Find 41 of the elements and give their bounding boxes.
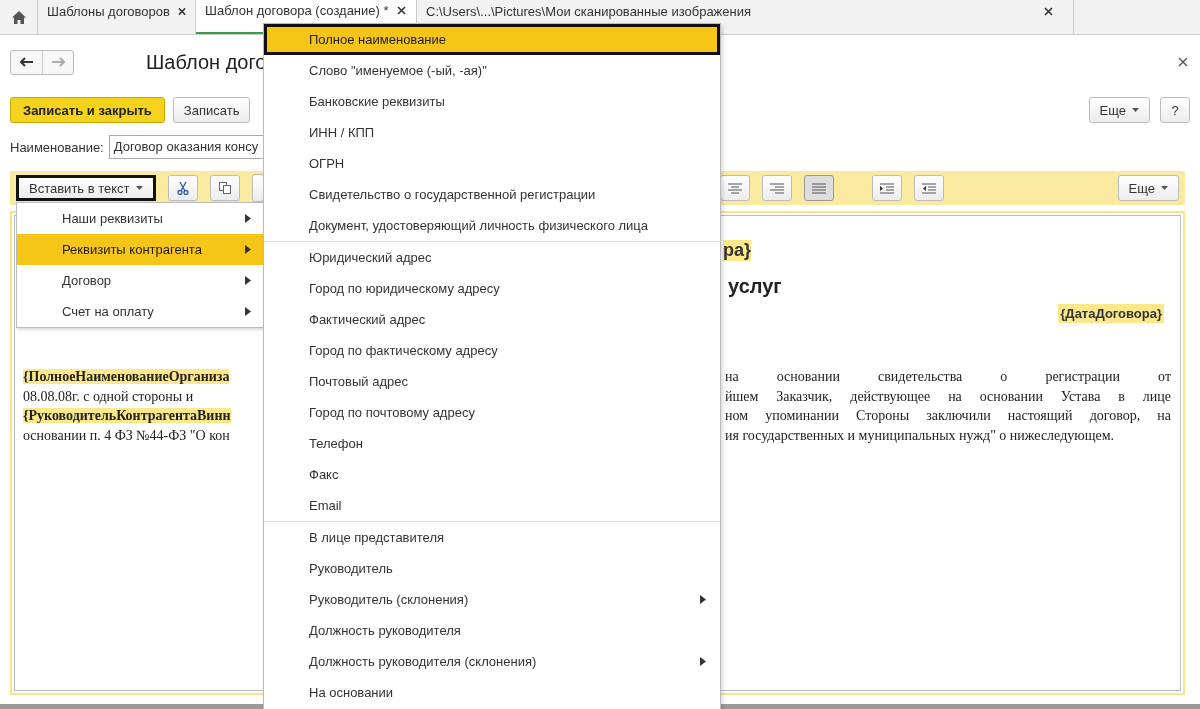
menu-item-label: Email: [309, 498, 342, 513]
menu-item-label: Телефон: [309, 436, 363, 451]
menu-item-label: В лице представителя: [309, 530, 444, 545]
menu-item-label: Документ, удостоверяющий личность физического лица: [309, 218, 648, 233]
paragraph-text: основании п. 4 ФЗ №44-ФЗ "О кон: [23, 427, 230, 443]
menu-item-label: Свидетельство о государственной регистрации: [309, 187, 596, 202]
field-placeholder: {ДатаДоговора}: [1058, 304, 1164, 323]
menu-item-label: Юридический адрес: [309, 250, 432, 265]
paragraph-text: йшем Заказчик, действующее на основании Устава в лице: [725, 387, 1171, 406]
menu-item-label: Договор: [62, 273, 112, 288]
menu-item-label: Фактический адрес: [309, 312, 426, 327]
menu-item-label: Факс: [309, 467, 339, 482]
menu-item-label: Город по юридическому адресу: [309, 281, 500, 296]
tab-label: C:\Users\...\Pictures\Мои сканированные изображения: [426, 3, 752, 19]
menu-item-label: Руководитель: [309, 561, 393, 576]
menu-item-label: Руководитель (склонения): [309, 592, 469, 607]
menu-item-label: На основании: [309, 685, 394, 700]
menu-item-label: Город по фактическому адресу: [309, 343, 498, 358]
menu-item-label: Счет на оплату: [62, 304, 154, 319]
field-placeholder: {РуководительКонтрагентаВинн: [23, 408, 231, 423]
paragraph-text: 08.08.08г. с одной стороны и: [23, 388, 194, 404]
menu-item-label: Полное наименование: [309, 32, 447, 47]
menu-item-label: Реквизиты контрагента: [62, 242, 202, 257]
menu-item-label: Должность руководителя: [309, 623, 461, 638]
field-label: Наименование:: [10, 139, 104, 155]
menu-item-label: Почтовый адрес: [309, 374, 408, 389]
paragraph-text: на основании свидетельства о регистрации от: [725, 368, 1171, 386]
menu-item-label: ИНН / КПП: [309, 125, 375, 140]
menu-item-label: ОГРН: [309, 156, 345, 171]
paragraph-text: ия государственных и муниципальных нужд" о нижеследующем.: [725, 426, 1116, 445]
field-placeholder: ра}: [723, 239, 751, 261]
menu-item-label: Слово "именуемое (-ый, -ая)": [309, 63, 487, 78]
tab-label: Шаблон договора (создание) *: [205, 2, 389, 18]
menu-item-label: Наши реквизиты: [62, 211, 163, 226]
paragraph-text: ном упоминании Стороны заключили настоящий договор, на: [725, 407, 1171, 425]
menu-item-label: Город по почтовому адресу: [309, 405, 475, 420]
document-title: услуг: [727, 274, 782, 298]
menu-item-label: Банковские реквизиты: [309, 94, 445, 109]
menu-item-label: Должность руководителя (склонения): [309, 654, 537, 669]
tab-label: Шаблоны договоров: [47, 3, 170, 19]
field-placeholder: {ПолноеНаименованиеОрганиза: [23, 369, 230, 384]
